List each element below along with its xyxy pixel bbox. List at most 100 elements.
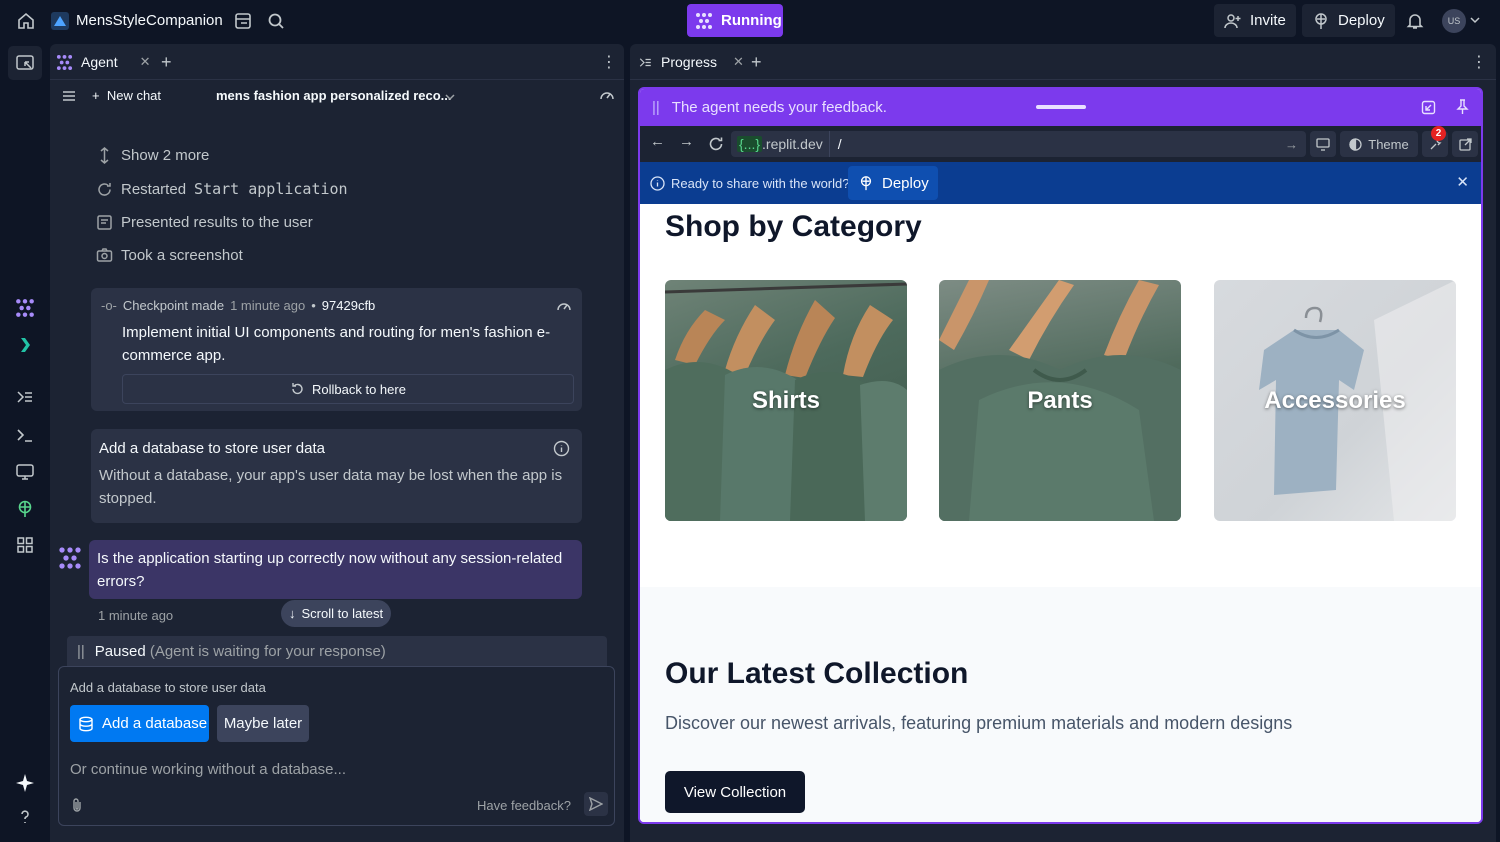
tab-progress[interactable]: Progress ✕ bbox=[638, 44, 744, 80]
latest-collection-section: Our Latest Collection Discover our newes… bbox=[640, 587, 1481, 822]
chevron-down-icon[interactable] bbox=[445, 93, 455, 101]
close-tab-icon[interactable]: ✕ bbox=[733, 54, 744, 70]
theme-icon bbox=[1349, 137, 1362, 151]
deploy-button[interactable]: Deploy bbox=[1302, 4, 1395, 37]
close-tab-icon[interactable]: ✕ bbox=[140, 54, 151, 70]
url-input[interactable]: {...} .replit.dev / → bbox=[731, 131, 1306, 157]
workspace-icon[interactable] bbox=[15, 53, 35, 73]
url-path: / bbox=[837, 136, 842, 152]
db-card-title: Add a database to store user data bbox=[99, 440, 325, 457]
chat-title-dropdown[interactable]: mens fashion app personalized reco... bbox=[216, 88, 452, 103]
rollback-button[interactable]: Rollback to here bbox=[122, 374, 574, 404]
latest-collection-heading: Our Latest Collection bbox=[665, 657, 969, 690]
chat-header: + New chat mens fashion app personalized… bbox=[50, 80, 624, 112]
undo-icon bbox=[292, 383, 303, 395]
category-label: Accessories bbox=[1264, 386, 1406, 414]
arrow-down-icon: ↓ bbox=[289, 606, 296, 621]
progress-icon[interactable] bbox=[15, 387, 35, 407]
send-icon bbox=[589, 797, 603, 811]
agent-icon[interactable] bbox=[15, 298, 35, 318]
assistant-icon[interactable] bbox=[15, 335, 35, 355]
pause-icon: || bbox=[77, 642, 85, 660]
run-status-label: Running bbox=[721, 12, 782, 29]
app-logo-icon bbox=[51, 12, 69, 30]
agent-logo-icon bbox=[56, 54, 73, 70]
app-name[interactable]: MensStyleCompanion bbox=[76, 12, 223, 29]
webview-preview: || The agent needs your feedback. ← → {.… bbox=[638, 87, 1483, 824]
devices-button[interactable] bbox=[1310, 131, 1336, 157]
send-button[interactable] bbox=[584, 792, 608, 816]
speed-gauge-icon[interactable] bbox=[599, 87, 615, 103]
action-presented: Presented results to the user bbox=[96, 214, 313, 231]
back-arrow-icon[interactable]: ← bbox=[650, 133, 665, 150]
theme-button[interactable]: Theme bbox=[1340, 131, 1418, 157]
collapse-icon[interactable] bbox=[1421, 100, 1436, 115]
category-card-accessories[interactable]: Accessories bbox=[1214, 280, 1456, 521]
webview-icon[interactable] bbox=[15, 462, 35, 482]
paperclip-icon[interactable] bbox=[69, 797, 85, 813]
url-bar: ← → {...} .replit.dev / → Theme 2 bbox=[640, 126, 1481, 162]
agent-logo-icon bbox=[696, 12, 712, 29]
input-prompt-label: Add a database to store user data bbox=[70, 680, 266, 695]
share-deploy-button[interactable]: Deploy bbox=[848, 166, 938, 200]
message-timestamp: 1 minute ago bbox=[98, 608, 174, 623]
new-chat-button[interactable]: + New chat bbox=[92, 88, 161, 103]
chevron-down-icon[interactable] bbox=[1470, 15, 1480, 25]
category-card-pants[interactable]: Pants bbox=[939, 280, 1181, 521]
add-database-button[interactable]: Add a database bbox=[70, 705, 209, 742]
help-icon[interactable] bbox=[15, 807, 35, 827]
home-icon[interactable] bbox=[16, 11, 36, 31]
pause-icon: || bbox=[652, 99, 660, 116]
shell-icon[interactable] bbox=[15, 425, 35, 445]
forward-arrow-icon[interactable]: → bbox=[679, 133, 694, 150]
category-card-shirts[interactable]: Shirts bbox=[665, 280, 907, 521]
progress-icon bbox=[639, 57, 651, 67]
info-icon bbox=[650, 175, 665, 191]
url-domain[interactable]: {...} .replit.dev bbox=[731, 131, 830, 157]
notification-badge: 2 bbox=[1431, 126, 1446, 141]
deployments-icon[interactable] bbox=[15, 499, 35, 519]
avatar[interactable]: US bbox=[1442, 9, 1466, 33]
have-feedback-link[interactable]: Have feedback? bbox=[477, 798, 571, 813]
tab-agent[interactable]: Agent ✕ bbox=[56, 44, 151, 80]
action-restarted: Restarted Start application bbox=[96, 180, 348, 198]
checkpoint-hash[interactable]: 97429cfb bbox=[322, 298, 376, 313]
file-tree-icon[interactable] bbox=[233, 11, 253, 31]
pin-icon[interactable] bbox=[1455, 99, 1470, 115]
more-options-icon[interactable]: ⋮ bbox=[1471, 52, 1487, 72]
more-options-icon[interactable]: ⋮ bbox=[601, 52, 617, 72]
top-bar: MensStyleCompanion Running Invite Deploy… bbox=[0, 0, 1500, 42]
view-collection-button[interactable]: View Collection bbox=[665, 771, 805, 813]
sparkle-icon[interactable] bbox=[15, 773, 35, 793]
agent-logo-icon bbox=[59, 547, 81, 569]
run-status-button[interactable]: Running bbox=[687, 4, 783, 37]
search-icon[interactable] bbox=[266, 11, 286, 31]
drag-handle[interactable] bbox=[1036, 105, 1086, 109]
add-tab-icon[interactable]: + bbox=[751, 52, 762, 73]
go-arrow-icon[interactable]: → bbox=[1285, 137, 1298, 152]
database-suggestion-card: Add a database to store user data Withou… bbox=[91, 429, 582, 523]
external-link-icon bbox=[1458, 137, 1472, 151]
maybe-later-button[interactable]: Maybe later bbox=[217, 705, 309, 742]
progress-tab-bar: Progress ✕ + ⋮ bbox=[630, 44, 1496, 80]
share-banner: Ready to share with the world? Deploy ✕ bbox=[640, 162, 1481, 204]
add-user-icon bbox=[1224, 13, 1241, 28]
open-new-tab-button[interactable] bbox=[1452, 131, 1478, 157]
show-more-button[interactable]: Show 2 more bbox=[96, 147, 209, 164]
apps-grid-icon[interactable] bbox=[15, 535, 35, 555]
bell-icon[interactable] bbox=[1405, 11, 1425, 31]
scroll-to-latest-button[interactable]: ↓ Scroll to latest bbox=[281, 600, 392, 627]
invite-button[interactable]: Invite bbox=[1214, 4, 1296, 37]
add-tab-icon[interactable]: + bbox=[161, 52, 172, 73]
info-icon[interactable] bbox=[553, 440, 570, 457]
reload-icon[interactable] bbox=[708, 136, 724, 152]
restart-icon bbox=[98, 182, 111, 196]
database-icon bbox=[79, 716, 93, 731]
close-icon[interactable]: ✕ bbox=[1456, 173, 1469, 191]
shop-by-category-heading: Shop by Category bbox=[665, 210, 922, 243]
checkpoint-description: Implement initial UI components and rout… bbox=[122, 324, 551, 364]
menu-icon[interactable] bbox=[62, 89, 76, 103]
feedback-banner: || The agent needs your feedback. bbox=[640, 89, 1481, 126]
speed-gauge-icon[interactable] bbox=[556, 298, 572, 314]
chat-input-field[interactable]: Or continue working without a database..… bbox=[70, 761, 346, 778]
